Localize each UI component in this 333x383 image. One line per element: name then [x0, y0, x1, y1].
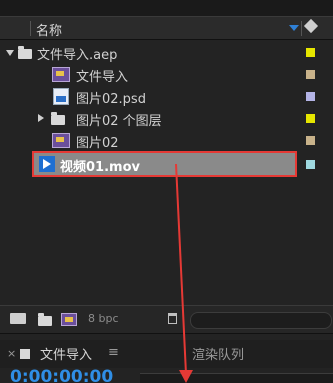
list-item[interactable]: 文件导入.aep	[0, 42, 333, 63]
layer-search-field[interactable]	[140, 373, 333, 383]
selected-row-swatch-holder	[0, 154, 333, 175]
name-column-header[interactable]: 名称	[36, 20, 62, 39]
folder-icon	[51, 112, 65, 125]
current-time-display[interactable]: 0:00:00:00	[10, 369, 113, 383]
column-divider[interactable]	[301, 21, 302, 36]
project-list-header: 名称	[0, 16, 333, 40]
collapse-triangle-icon[interactable]	[38, 114, 44, 122]
new-composition-icon[interactable]	[61, 313, 77, 326]
list-item[interactable]: 图片02.psd	[0, 86, 333, 107]
list-item[interactable]: 文件导入	[0, 64, 333, 85]
column-divider[interactable]	[30, 21, 31, 36]
item-name: 图片02	[76, 136, 119, 151]
timeline-header: 0:00:00:00	[0, 368, 333, 383]
composition-icon	[52, 67, 70, 82]
label-color-swatch[interactable]	[306, 48, 315, 57]
new-folder-icon[interactable]	[38, 313, 52, 326]
item-name: 文件导入.aep	[37, 48, 118, 63]
label-tag-icon[interactable]	[303, 18, 319, 34]
list-item[interactable]: 图片02 个图层	[0, 108, 333, 129]
list-item[interactable]: 图片02	[0, 130, 333, 151]
label-color-swatch[interactable]	[306, 92, 315, 101]
delete-trash-icon[interactable]	[168, 313, 177, 324]
item-name: 图片02 个图层	[76, 114, 162, 129]
expand-triangle-icon[interactable]	[6, 50, 14, 56]
horizontal-scrollbar[interactable]	[190, 312, 332, 329]
label-color-swatch[interactable]	[306, 114, 315, 123]
project-panel: 名称 文件导入.aep 文件导入 图片02.psd 图片02 个图层 图片02 …	[0, 0, 333, 383]
timeline-tab-bar: × 文件导入 ≡ 渲染队列	[0, 340, 333, 368]
sort-descending-icon[interactable]	[289, 25, 299, 31]
label-color-swatch[interactable]	[306, 136, 315, 145]
project-panel-footer: 8 bpc	[0, 305, 333, 334]
tab-menu-icon[interactable]: ≡	[108, 345, 119, 360]
close-tab-icon[interactable]: ×	[7, 347, 16, 360]
item-name: 图片02.psd	[76, 92, 146, 107]
item-name: 文件导入	[76, 70, 129, 85]
composition-tab-icon	[20, 349, 30, 359]
folder-icon	[18, 46, 32, 59]
psd-file-icon	[53, 88, 69, 105]
tab-composition-active[interactable]: 文件导入	[40, 344, 92, 363]
panel-top-strip	[0, 0, 333, 16]
project-item-list: 文件导入.aep 文件导入 图片02.psd 图片02 个图层 图片02 视频0…	[0, 40, 333, 295]
composition-icon	[52, 133, 70, 148]
interpret-footage-icon[interactable]	[10, 313, 26, 324]
bit-depth-button[interactable]: 8 bpc	[88, 312, 119, 325]
label-color-swatch[interactable]	[306, 160, 315, 169]
tab-render-queue[interactable]: 渲染队列	[192, 344, 244, 363]
label-color-swatch[interactable]	[306, 70, 315, 79]
